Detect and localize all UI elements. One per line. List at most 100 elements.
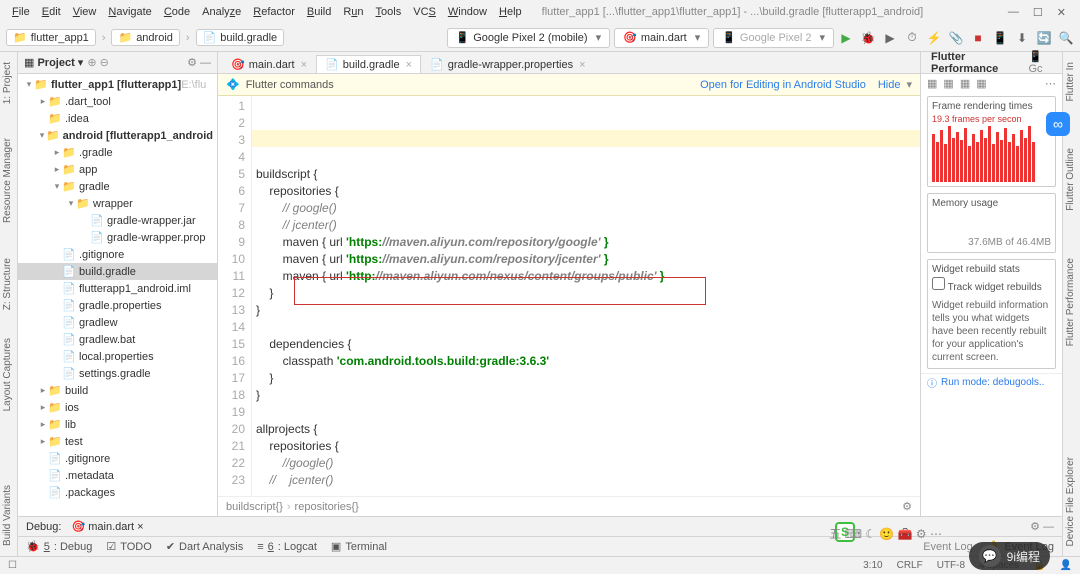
device-selector-2[interactable]: 📱 Google Pixel 2▾ [713,28,834,48]
event-log-link[interactable]: Event Log [923,541,973,553]
tool-terminal[interactable]: ▣ Terminal [331,540,387,553]
device-selector[interactable]: 📱 Google Pixel 2 (mobile)▾ [447,28,611,48]
tree-node[interactable]: ▸📁build [18,382,217,399]
tool-layout-captures[interactable]: Layout Captures [0,332,15,417]
sync-icon[interactable]: 🔄 [1036,30,1052,46]
menu-navigate[interactable]: Navigate [102,6,157,18]
coverage-icon[interactable]: ▶ [882,30,898,46]
sdk-icon[interactable]: ⬇ [1014,30,1030,46]
tree-node[interactable]: ▸📁.dart_tool [18,93,217,110]
tree-node[interactable]: 📄local.properties [18,348,217,365]
tool-structure[interactable]: Z: Structure [0,252,15,316]
menu-run[interactable]: Run [337,6,369,18]
tree-node[interactable]: 📄.packages [18,484,217,501]
line-sep[interactable]: CRLF [897,560,923,571]
code-editor[interactable]: 1234567891011121314151617181920212223 bu… [218,96,920,496]
status-icon[interactable]: ☐ [8,560,17,571]
path-module[interactable]: 📁 android [111,29,179,46]
code-lines[interactable]: buildscript { repositories { // google()… [252,96,920,496]
tree-node[interactable]: 📄.gitignore [18,246,217,263]
tool-device-explorer[interactable]: Device File Explorer [1063,451,1078,552]
tree-node[interactable]: 📄settings.gradle [18,365,217,382]
hide-link[interactable]: Hide [878,79,901,91]
debug-config[interactable]: 🎯 main.dart × [71,520,143,533]
tree-node[interactable]: 📄gradle-wrapper.jar [18,212,217,229]
crumb-2[interactable]: repositories{} [295,501,359,513]
tree-node[interactable]: ▾📁wrapper [18,195,217,212]
menu-window[interactable]: Window [442,6,493,18]
path-file[interactable]: 📄 build.gradle [196,29,285,46]
perf-btn1[interactable]: ▦ [927,77,937,90]
minimize-icon[interactable]: — [1008,6,1019,19]
chevron-down-icon[interactable]: ▾ [906,78,912,91]
tree-node[interactable]: 📄flutterapp1_android.iml [18,280,217,297]
tool-debug[interactable]: 🐞 55: Debug: Debug [26,540,92,553]
tree-node[interactable]: 📄gradlew [18,314,217,331]
tree-node[interactable]: ▸📁ios [18,399,217,416]
tool-flutter-inspector[interactable]: Flutter In [1063,56,1078,107]
tree-node[interactable]: ▸📁lib [18,416,217,433]
avd-icon[interactable]: 📱 [992,30,1008,46]
open-android-studio-link[interactable]: Open for Editing in Android Studio [700,79,866,91]
tree-node[interactable]: 📄gradle.properties [18,297,217,314]
debug-icon[interactable]: 🐞 [860,30,876,46]
profile-icon[interactable]: ⏱ [904,30,920,46]
tool-dart-analysis[interactable]: ✔ Dart Analysis [166,540,243,553]
menu-edit[interactable]: Edit [36,6,67,18]
debug-settings-icon[interactable]: ⚙ — [1030,520,1054,533]
perf-tab[interactable]: Flutter Performance [927,51,1028,75]
menu-build[interactable]: Build [301,6,337,18]
attach-icon[interactable]: 📎 [948,30,964,46]
run-icon[interactable]: ▶ [838,30,854,46]
maximize-icon[interactable]: ☐ [1033,6,1043,19]
menu-help[interactable]: Help [493,6,528,18]
project-tree[interactable]: ▾📁flutter_app1 [flutterapp1] E:\flu▸📁.da… [18,74,217,516]
tool-todo[interactable]: ☑ TODO [106,540,151,553]
editor-tab[interactable]: 📄build.gradle× [316,55,421,73]
tree-node[interactable]: 📄build.gradle [18,263,217,280]
tree-node[interactable]: 📄gradlew.bat [18,331,217,348]
gear-icon[interactable]: ⚙ [902,500,912,513]
hot-reload-icon[interactable]: ⚡ [926,30,942,46]
menu-tools[interactable]: Tools [370,6,408,18]
menu-refactor[interactable]: Refactor [247,6,301,18]
inspections-icon[interactable]: 👤 [1060,560,1072,571]
encoding[interactable]: UTF-8 [937,560,965,571]
perf-btn2[interactable]: ▦ [943,77,953,90]
menu-vcs[interactable]: VCS [407,6,442,18]
tree-node[interactable]: ▸📁app [18,161,217,178]
tool-build-variants[interactable]: Build Variants [0,479,15,552]
caret-pos[interactable]: 3:10 [863,560,882,571]
close-icon[interactable]: ✕ [1057,6,1066,19]
tree-node[interactable]: ▸📁.gradle [18,144,217,161]
tool-flutter-perf[interactable]: Flutter Performance [1063,252,1078,352]
share-badge-icon[interactable]: ∞ [1046,112,1070,136]
menu-view[interactable]: View [67,6,103,18]
perf-btn3[interactable]: ▦ [960,77,970,90]
path-project[interactable]: 📁 flutter_app1 [6,29,96,46]
stop-icon[interactable]: ■ [970,30,986,46]
tool-resource-manager[interactable]: Resource Manager [0,132,15,229]
crumb-1[interactable]: buildscript{} [226,501,283,513]
gear-icon[interactable]: ⚙ — [187,56,211,69]
menu-analyze[interactable]: Analyze [196,6,247,18]
track-rebuilds-checkbox[interactable]: Track widget rebuilds [932,282,1042,293]
run-config-selector[interactable]: 🎯 main.dart▾ [614,28,709,48]
tree-node[interactable]: ▾📁flutter_app1 [flutterapp1] E:\flu [18,76,217,93]
tree-node[interactable]: ▾📁gradle [18,178,217,195]
tree-node[interactable]: ▸📁test [18,433,217,450]
tree-node[interactable]: 📄.metadata [18,467,217,484]
ime-toolbar[interactable]: 五 ⌨ ☾ 🙂 🧰 ⚙ ⋯ [829,525,942,542]
tree-node[interactable]: 📄.gitignore [18,450,217,467]
tree-node[interactable]: 📁.idea [18,110,217,127]
menu-file[interactable]: File [6,6,36,18]
project-view-selector[interactable]: ▦ Project ▾ [24,56,83,69]
editor-tab[interactable]: 🎯main.dart× [222,55,316,73]
tool-logcat[interactable]: ≡ 6: Logcat [257,541,317,553]
gear-icon[interactable]: 📱 Gc [1028,50,1056,75]
tree-node[interactable]: ▾📁android [flutterapp1_android [18,127,217,144]
tree-node[interactable]: 📄gradle-wrapper.prop [18,229,217,246]
editor-tab[interactable]: 📄gradle-wrapper.properties× [421,55,595,73]
search-icon[interactable]: 🔍 [1058,30,1074,46]
perf-more[interactable]: ⋯ [1045,77,1056,90]
